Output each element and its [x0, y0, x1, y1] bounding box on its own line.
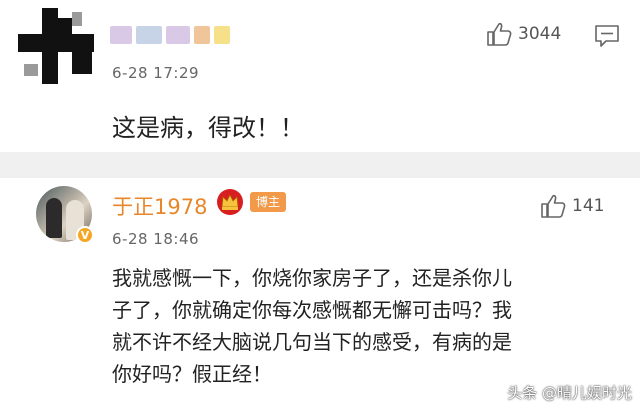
comment-time: 6-28 17:29: [112, 64, 200, 82]
like-button[interactable]: 141: [540, 194, 604, 218]
divider: [0, 152, 640, 178]
watermark: 头条 @晴儿娱时光: [507, 384, 632, 402]
comment-line: 我就感慨一下，你烧你家房子了，还是杀你儿: [112, 266, 512, 290]
comment-time: 6-28 18:46: [112, 230, 200, 248]
like-count: 141: [572, 196, 605, 216]
comment-item: 6-28 17:29 这是病，得改！！ 3044: [0, 0, 640, 152]
verified-badge: V: [76, 226, 94, 244]
thumbs-up-icon: [541, 194, 566, 218]
like-button[interactable]: 3044: [486, 22, 561, 46]
comment-line: 你好吗？假正经！: [112, 362, 272, 386]
thumbs-up-icon: [487, 22, 512, 46]
comment-line: 子了，你就确定你每次感慨都无懈可击吗？我: [112, 298, 512, 322]
censored-avatar: [18, 8, 94, 84]
blogger-badge: 博主: [250, 192, 287, 212]
username[interactable]: 于正1978: [112, 191, 207, 221]
like-count: 3044: [518, 24, 562, 44]
crown-icon: [217, 189, 243, 215]
comment-text: 这是病，得改！！: [112, 114, 304, 142]
reply-button[interactable]: [594, 24, 620, 52]
comment-text: 我就感慨一下，你烧你家房子了，还是杀你儿 子了，你就确定你每次感慨都无懈可击吗？…: [112, 262, 512, 390]
censored-username: [110, 24, 238, 46]
comment-icon: [595, 25, 619, 47]
comment-item: V 于正1978 博主 6-28 18:46 141 我就感慨一下，你烧你家房子…: [0, 178, 640, 413]
comment-line: 就不许不经大脑说几句当下的感受，有病的是: [112, 330, 512, 354]
